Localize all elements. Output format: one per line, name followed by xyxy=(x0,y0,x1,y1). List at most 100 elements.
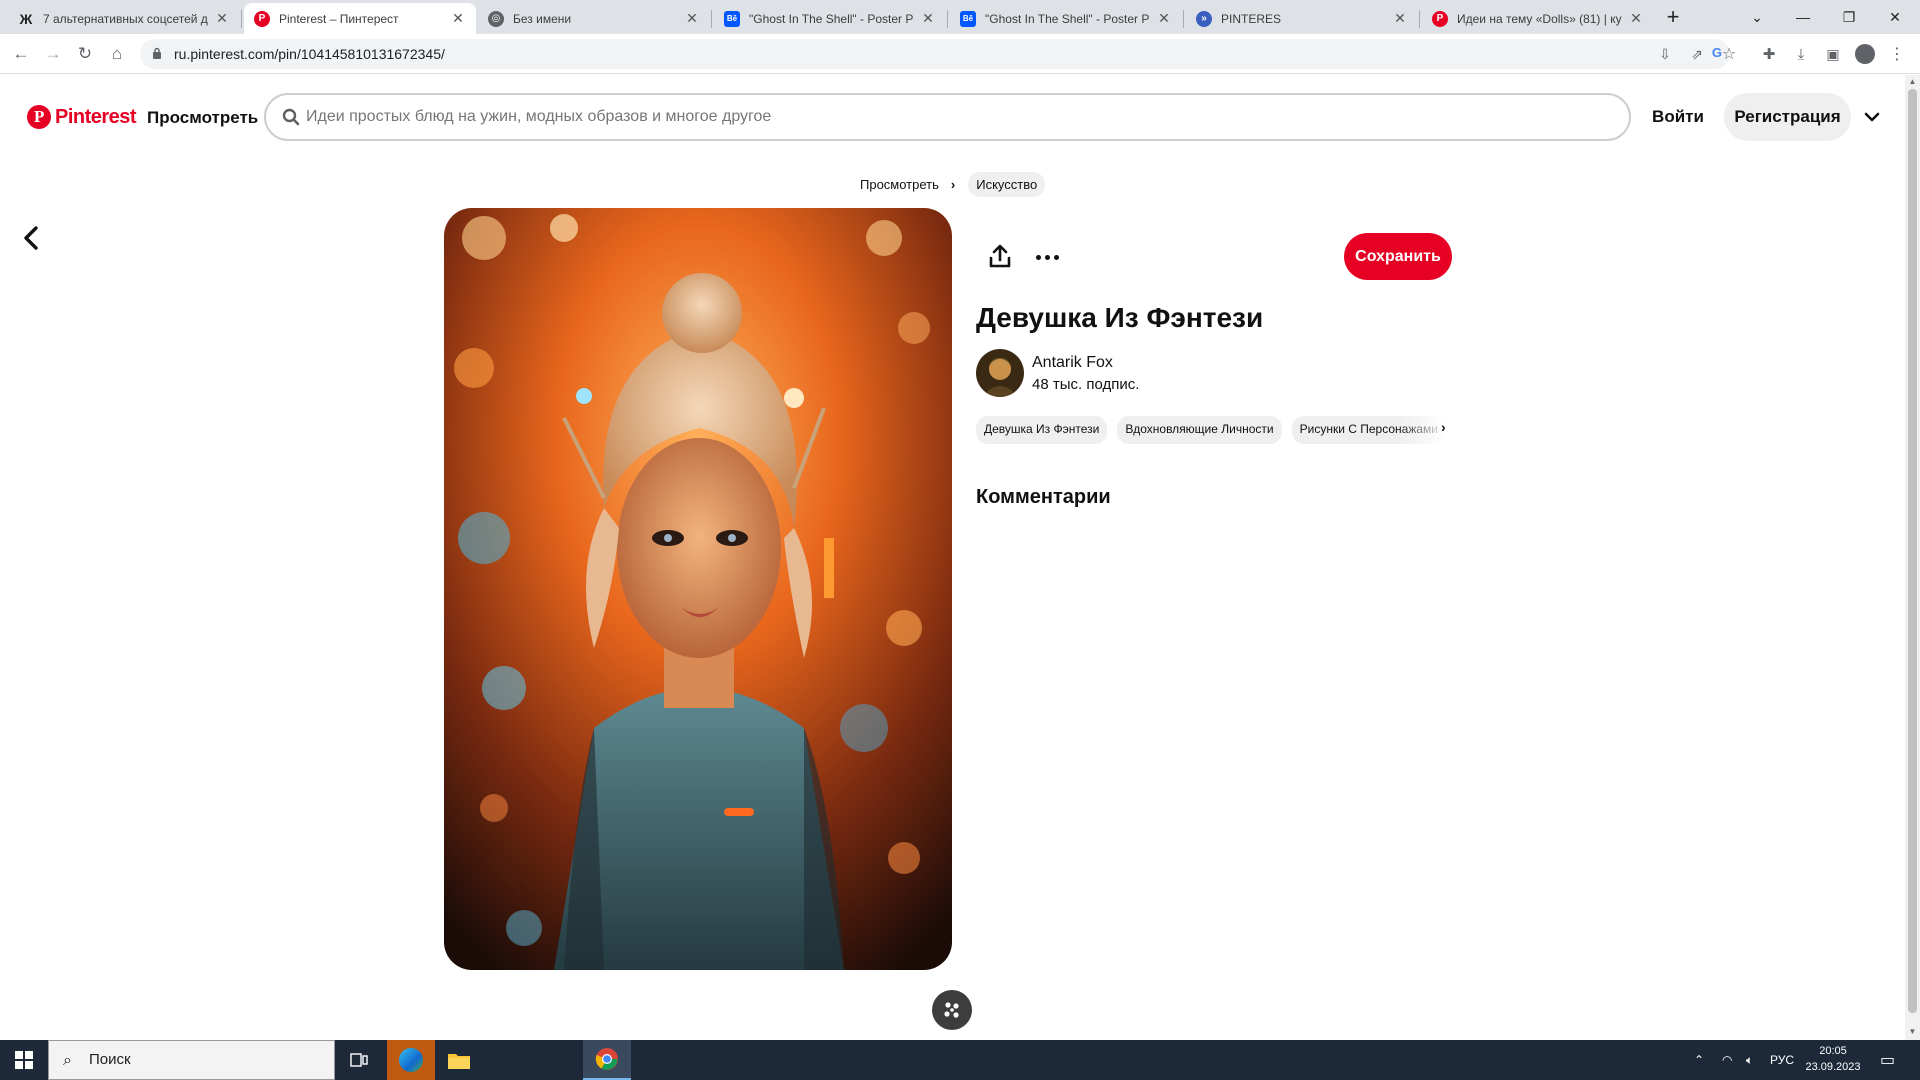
file-explorer-icon[interactable] xyxy=(435,1040,483,1080)
signup-button[interactable]: Регистрация xyxy=(1724,93,1851,141)
tab-title: "Ghost In The Shell" - Poster Pos xyxy=(749,11,914,26)
close-tab-icon[interactable]: ✕ xyxy=(1392,10,1408,27)
restore-icon[interactable]: ❐ xyxy=(1826,0,1872,34)
logo-text: Pinterest xyxy=(55,105,137,128)
wifi-icon[interactable]: ◠ xyxy=(1722,1040,1732,1080)
minimize-icon[interactable]: — xyxy=(1780,0,1826,34)
save-pin-button[interactable]: Сохранить xyxy=(1344,233,1452,280)
browser-tab[interactable]: ◎ Без имени ✕ xyxy=(478,3,710,34)
tag-chip[interactable]: Вдохновляющие Личности xyxy=(1117,416,1282,444)
tab-separator xyxy=(241,10,242,28)
close-window-icon[interactable]: ✕ xyxy=(1872,0,1918,34)
tab-title: Pinterest – Пинтерест xyxy=(279,11,399,26)
search-icon: ⌕ xyxy=(63,1052,72,1069)
tab-title: Без имени xyxy=(513,11,572,26)
site-favicon-icon: Ж xyxy=(19,10,33,27)
pinterest-header: P Pinterest Просмотреть Войти Регистраци… xyxy=(0,75,1905,160)
browser-tab[interactable]: P Идеи на тему «Dolls» (81) | кук ✕ xyxy=(1422,3,1654,34)
breadcrumb: Просмотреть › Искусство xyxy=(860,172,1046,197)
login-button[interactable]: Войти xyxy=(1640,93,1716,141)
share-page-icon[interactable]: ⇗ xyxy=(1684,41,1710,67)
windows-start-icon[interactable] xyxy=(0,1040,48,1080)
breadcrumb-explore-link[interactable]: Просмотреть xyxy=(860,177,939,192)
chevron-down-icon[interactable] xyxy=(1860,105,1884,129)
profile-avatar-icon[interactable] xyxy=(1852,41,1878,67)
explore-nav-link[interactable]: Просмотреть xyxy=(147,108,258,128)
browser-tab-strip: Ж 7 альтернативных соцсетей для ✕ P Pint… xyxy=(0,0,1920,34)
pin-artwork-image xyxy=(444,208,952,970)
side-panel-icon[interactable]: ▣ xyxy=(1820,41,1846,67)
visual-search-dots-icon xyxy=(944,1002,959,1018)
creator-avatar[interactable] xyxy=(976,349,1024,397)
close-tab-icon[interactable]: ✕ xyxy=(1156,10,1172,27)
page-scrollbar[interactable]: ▲ ▼ xyxy=(1905,75,1920,1040)
close-tab-icon[interactable]: ✕ xyxy=(920,10,936,27)
tab-separator xyxy=(1419,10,1420,28)
app-favicon-icon: » xyxy=(1196,10,1212,27)
breadcrumb-category-chip[interactable]: Искусство xyxy=(968,172,1046,197)
avatar-image xyxy=(976,349,1024,397)
back-chevron-icon[interactable] xyxy=(18,222,44,254)
chevron-right-icon: › xyxy=(950,177,956,192)
install-app-icon[interactable]: ⇩ xyxy=(1652,41,1678,67)
bookmark-star-icon[interactable]: ☆ xyxy=(1716,41,1742,67)
browser-tab[interactable]: Bē "Ghost In The Shell" - Poster Pos ✕ xyxy=(714,3,946,34)
tab-separator xyxy=(711,10,712,28)
address-bar[interactable]: ru.pinterest.com/pin/104145810131672345/… xyxy=(140,39,1730,69)
downloads-icon[interactable]: ⤓ xyxy=(1788,41,1814,67)
system-clock[interactable]: 20:05 23.09.2023 xyxy=(1800,1043,1866,1075)
tab-title: 7 альтернативных соцсетей для xyxy=(43,11,208,26)
home-icon[interactable]: ⌂ xyxy=(104,41,130,67)
behance-favicon-icon: Bē xyxy=(960,10,976,27)
volume-speaker-icon[interactable]: 🔈︎ xyxy=(1746,1040,1753,1080)
windows-logo-icon xyxy=(15,1051,33,1069)
browser-tab[interactable]: Bē "Ghost In The Shell" - Poster Pos ✕ xyxy=(950,3,1182,34)
pin-image[interactable] xyxy=(444,208,952,970)
tab-separator xyxy=(1183,10,1184,28)
url-text: ru.pinterest.com/pin/104145810131672345/ xyxy=(174,46,445,62)
tag-chip[interactable]: Девушка Из Фэнтези xyxy=(976,416,1108,444)
search-icon xyxy=(282,108,300,126)
visual-search-button[interactable] xyxy=(932,990,972,1030)
close-tab-icon[interactable]: ✕ xyxy=(684,10,700,27)
chrome-browser-icon[interactable] xyxy=(583,1040,631,1080)
creator-name-link[interactable]: Antarik Fox xyxy=(1032,354,1113,372)
tab-separator xyxy=(947,10,948,28)
reload-icon[interactable]: ↻ xyxy=(72,41,98,67)
back-arrow-icon[interactable]: ← xyxy=(8,41,34,67)
notifications-icon[interactable]: ▭ xyxy=(1880,1040,1895,1080)
search-input[interactable] xyxy=(306,103,1586,131)
scrollbar-thumb[interactable] xyxy=(1908,89,1917,1013)
browser-menu-kebab-icon[interactable]: ⋮ xyxy=(1884,41,1910,67)
clock-date: 23.09.2023 xyxy=(1805,1061,1861,1073)
browser-tab-active[interactable]: P Pinterest – Пинтерест ✕ xyxy=(244,3,476,34)
edge-browser-icon[interactable] xyxy=(387,1040,435,1080)
browser-tab[interactable]: Ж 7 альтернативных соцсетей для ✕ xyxy=(8,3,240,34)
lock-icon xyxy=(153,47,161,59)
task-view-icon[interactable] xyxy=(335,1040,383,1080)
close-tab-icon[interactable]: ✕ xyxy=(450,10,466,27)
tray-chevron-up-icon[interactable]: ⌃ xyxy=(1694,1040,1704,1080)
taskbar-search-box[interactable]: ⌕ Поиск xyxy=(48,1040,335,1080)
more-options-ellipsis-icon[interactable] xyxy=(1030,240,1064,274)
forward-arrow-icon[interactable]: → xyxy=(40,41,66,67)
windows-taskbar: ⌕ Поиск ⌃ ◠ 🔈︎ РУС 20:05 23.09.2023 ▭ xyxy=(0,1040,1920,1080)
tags-scroll-right-chevron-icon[interactable]: › xyxy=(1441,419,1446,435)
share-upload-icon[interactable] xyxy=(983,240,1017,274)
close-tab-icon[interactable]: ✕ xyxy=(214,10,230,27)
input-language-indicator[interactable]: РУС xyxy=(1770,1040,1794,1080)
tab-title: "Ghost In The Shell" - Poster Pos xyxy=(985,11,1150,26)
pinterest-favicon-icon: P xyxy=(1432,10,1448,27)
search-box[interactable] xyxy=(264,93,1631,141)
tab-search-chevron-icon[interactable]: ⌄ xyxy=(1734,0,1780,34)
tab-title: Идеи на тему «Dolls» (81) | кук xyxy=(1457,11,1622,26)
scroll-down-arrow-icon[interactable]: ▼ xyxy=(1908,1027,1917,1037)
scroll-up-arrow-icon[interactable]: ▲ xyxy=(1908,77,1917,87)
close-tab-icon[interactable]: ✕ xyxy=(1628,10,1644,27)
extensions-puzzle-icon[interactable]: ✚ xyxy=(1756,41,1782,67)
pin-title: Девушка Из Фэнтези xyxy=(976,302,1264,333)
new-tab-plus-icon[interactable]: + xyxy=(1650,0,1696,34)
globe-icon: ◎ xyxy=(488,10,504,27)
pinterest-logo[interactable]: P Pinterest xyxy=(27,105,137,129)
browser-tab[interactable]: » PINTERES ✕ xyxy=(1186,3,1418,34)
